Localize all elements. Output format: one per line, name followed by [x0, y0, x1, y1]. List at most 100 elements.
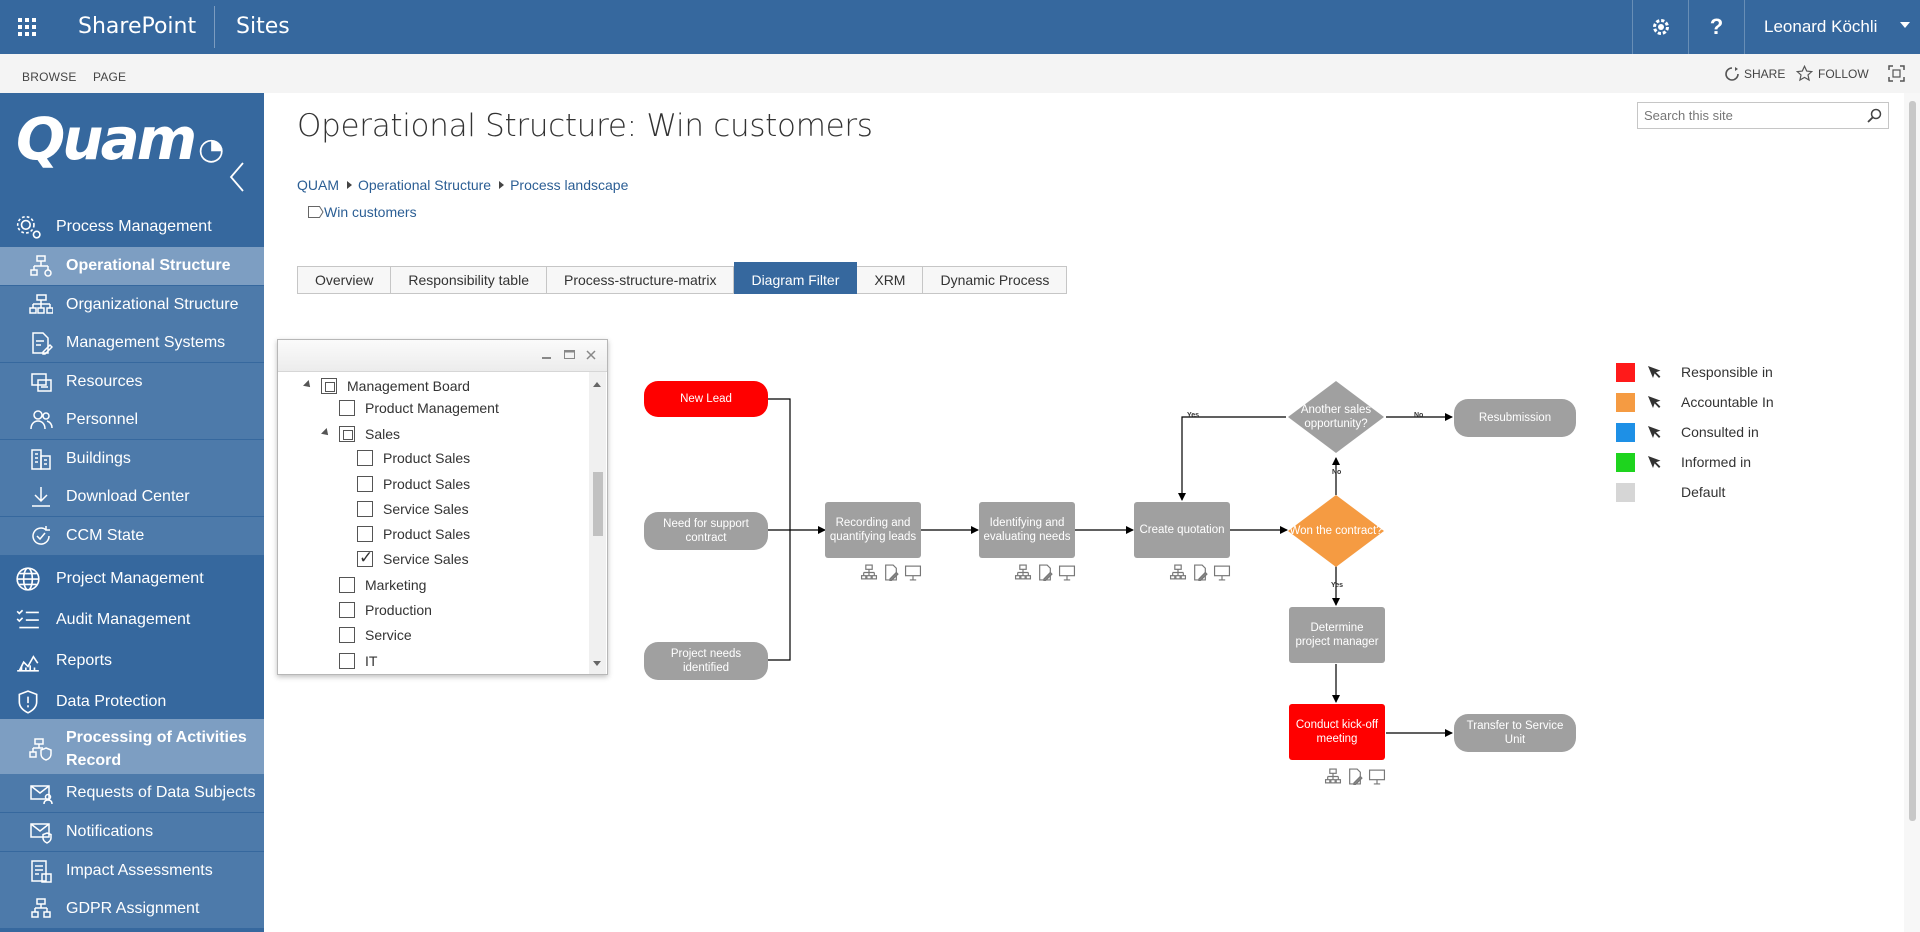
sidebar-item-notifications[interactable]: Notifications	[0, 813, 264, 851]
document-edit-icon[interactable]	[1036, 564, 1054, 586]
tree-node[interactable]: Product Sales	[357, 524, 470, 544]
tab-xrm[interactable]: XRM	[857, 266, 924, 294]
legend-item[interactable]: Accountable In	[1616, 392, 1774, 412]
sidebar-item-operational-structure[interactable]: Operational Structure	[0, 247, 264, 285]
tree-checkbox[interactable]	[357, 476, 373, 492]
minimize-icon[interactable]	[542, 350, 552, 360]
tree-node[interactable]: Marketing	[339, 575, 426, 595]
tree-node[interactable]: Product Sales	[357, 448, 470, 468]
legend-item[interactable]: Responsible in	[1616, 362, 1773, 382]
tree-checkbox[interactable]	[339, 577, 355, 593]
sidebar-item-resources[interactable]: Resources	[0, 363, 264, 401]
app-launcher-icon[interactable]	[0, 0, 54, 54]
node-project-needs[interactable]: Project needs identified	[644, 642, 768, 680]
sidebar-item-download-center[interactable]: Download Center	[0, 478, 264, 516]
org-unit-icon[interactable]	[1324, 768, 1342, 790]
search-input[interactable]	[1638, 103, 1858, 128]
it-system-icon[interactable]	[1213, 564, 1231, 586]
tree-node[interactable]: Sales	[321, 424, 400, 444]
breadcrumb-process-landscape[interactable]: Process landscape	[510, 177, 628, 193]
legend-item[interactable]: Default	[1616, 482, 1725, 502]
tree-node[interactable]: Product Management	[339, 398, 499, 418]
sidebar-item-audit-management[interactable]: Audit Management	[0, 599, 264, 640]
tree-checkbox[interactable]	[357, 501, 373, 517]
focus-content-icon[interactable]	[1888, 54, 1905, 93]
sidebar-item-project-management[interactable]: Project Management	[0, 558, 264, 599]
sidebar-item-impact-assessments[interactable]: Impact Assessments	[0, 852, 264, 890]
sidebar-item-personnel[interactable]: Personnel	[0, 401, 264, 439]
tree-node[interactable]: IT	[339, 651, 377, 671]
tree-node[interactable]: Service Sales	[357, 548, 469, 569]
it-system-icon[interactable]	[1368, 768, 1386, 790]
node-new-lead[interactable]: New Lead	[644, 381, 768, 417]
tree-checkbox[interactable]	[357, 450, 373, 466]
page-scroll-thumb[interactable]	[1909, 101, 1916, 821]
sites-link[interactable]: Sites	[236, 0, 290, 54]
user-menu[interactable]: Leonard Köchli	[1744, 0, 1920, 54]
it-system-icon[interactable]	[1058, 564, 1076, 586]
collapse-nav-icon[interactable]	[228, 161, 246, 198]
node-resubmission[interactable]: Resubmission	[1454, 399, 1576, 437]
node-recording-leads[interactable]: Recording and quantifying leads	[825, 502, 921, 558]
tab-process-structure-matrix[interactable]: Process-structure-matrix	[546, 266, 735, 294]
tree-node[interactable]: Product Sales	[357, 474, 470, 494]
sidebar-item-data-protection[interactable]: Data Protection	[0, 681, 264, 722]
node-transfer-service[interactable]: Transfer to Service Unit	[1454, 714, 1576, 752]
scroll-thumb[interactable]	[593, 472, 603, 536]
tab-overview[interactable]: Overview	[297, 266, 392, 294]
legend-item[interactable]: Consulted in	[1616, 422, 1759, 442]
decision-another-opportunity[interactable]: Another sales opportunity?	[1288, 381, 1384, 453]
sidebar-item-ccm-state[interactable]: CCM State	[0, 517, 264, 555]
sidebar-item-buildings[interactable]: Buildings	[0, 440, 264, 478]
tab-responsibility-table[interactable]: Responsibility table	[391, 266, 547, 294]
tree-node[interactable]: Service Sales	[357, 499, 469, 519]
tab-dynamic-process[interactable]: Dynamic Process	[923, 266, 1068, 294]
node-determine-pm[interactable]: Determine project manager	[1289, 607, 1385, 663]
legend-item[interactable]: Informed in	[1616, 452, 1751, 472]
quam-logo[interactable]: Quam ◔	[16, 105, 224, 173]
breadcrumb-operational-structure[interactable]: Operational Structure	[358, 177, 491, 193]
org-unit-icon[interactable]	[860, 564, 878, 586]
tree-checkbox[interactable]	[321, 378, 337, 394]
node-kickoff-meeting[interactable]: Conduct kick-off meeting	[1289, 704, 1385, 760]
tree-checkbox[interactable]	[339, 653, 355, 669]
org-unit-icon[interactable]	[1169, 564, 1187, 586]
filter-scrollbar[interactable]	[589, 372, 606, 674]
ribbon-tab-browse[interactable]: BROWSE	[22, 54, 77, 93]
tab-diagram-filter[interactable]: Diagram Filter	[734, 262, 858, 294]
share-button[interactable]: SHARE	[1724, 54, 1785, 93]
document-edit-icon[interactable]	[882, 564, 900, 586]
sidebar-item-organizational-structure[interactable]: Organizational Structure	[0, 286, 264, 324]
follow-button[interactable]: FOLLOW	[1796, 54, 1869, 93]
it-system-icon[interactable]	[904, 564, 922, 586]
sidebar-item-processing-of-activities-record[interactable]: Processing of Activities Record	[0, 719, 264, 779]
scroll-down-icon[interactable]	[593, 661, 601, 666]
document-edit-icon[interactable]	[1346, 768, 1364, 790]
tree-checkbox[interactable]	[357, 548, 373, 568]
sidebar-item-reports[interactable]: Reports	[0, 640, 264, 681]
help-button[interactable]: ?	[1688, 0, 1744, 54]
sidebar-item-process-management[interactable]: Process Management	[0, 206, 264, 247]
node-need-support[interactable]: Need for support contract	[644, 512, 768, 550]
tree-checkbox[interactable]	[339, 602, 355, 618]
node-create-quotation[interactable]: Create quotation	[1134, 502, 1230, 558]
settings-gear-icon[interactable]	[1632, 0, 1688, 54]
maximize-icon[interactable]	[564, 350, 575, 360]
ribbon-tab-page[interactable]: PAGE	[93, 54, 126, 93]
sidebar-item-management-systems[interactable]: Management Systems	[0, 324, 264, 362]
page-scrollbar[interactable]	[1904, 93, 1920, 932]
tree-checkbox[interactable]	[339, 627, 355, 643]
scroll-up-icon[interactable]	[593, 382, 601, 387]
close-icon[interactable]	[586, 350, 596, 360]
sidebar-item-gdpr-assignment[interactable]: GDPR Assignment	[0, 890, 264, 928]
tree-node[interactable]: Production	[339, 600, 432, 620]
tree-checkbox[interactable]	[357, 526, 373, 542]
tree-checkbox[interactable]	[339, 400, 355, 416]
sharepoint-brand[interactable]: SharePoint	[78, 0, 196, 54]
decision-won-contract[interactable]: Won the contract?	[1288, 495, 1384, 567]
org-unit-icon[interactable]	[1014, 564, 1032, 586]
breadcrumb-quam[interactable]: QUAM	[297, 177, 339, 193]
tree-node[interactable]: Service	[339, 625, 412, 645]
expand-triangle-icon[interactable]	[303, 380, 313, 390]
search-icon[interactable]	[1867, 108, 1882, 123]
